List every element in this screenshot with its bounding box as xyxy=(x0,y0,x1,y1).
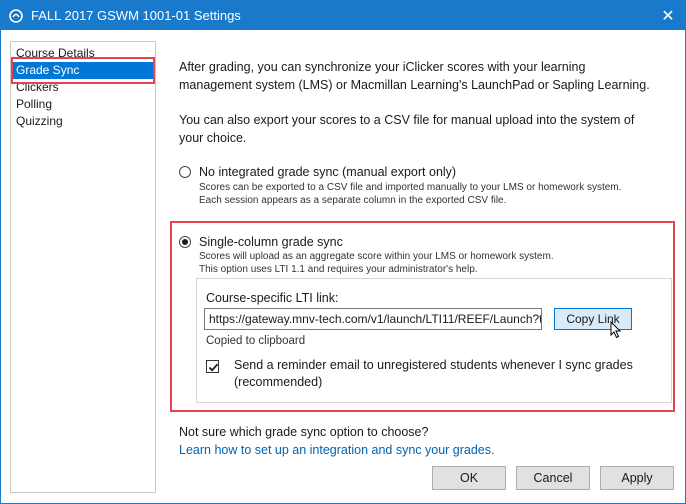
close-button[interactable]: ✕ xyxy=(651,1,685,30)
radio-single-column-sync[interactable]: Single-column grade sync xyxy=(179,233,343,251)
option-description: Scores will upload as an aggregate score… xyxy=(199,250,669,276)
sidebar-item-clickers[interactable]: Clickers xyxy=(11,79,155,96)
radio-no-grade-sync[interactable]: No integrated grade sync (manual export … xyxy=(179,163,456,181)
title-bar: FALL 2017 GSWM 1001-01 Settings ✕ xyxy=(1,1,685,30)
radio-button-checked[interactable] xyxy=(179,236,191,248)
iclicker-app-icon xyxy=(9,8,23,23)
option-label: Single-column grade sync xyxy=(199,235,343,249)
learn-more-link[interactable]: Learn how to set up an integration and s… xyxy=(179,441,494,459)
lti-link-label: Course-specific LTI link: xyxy=(206,291,339,305)
option-description-line: Scores will upload as an aggregate score… xyxy=(199,251,554,262)
sidebar-item-course-details[interactable]: Course Details xyxy=(11,45,155,62)
sidebar-item-label: Clickers xyxy=(16,80,59,94)
sidebar-item-label: Course Details xyxy=(16,46,95,60)
settings-sidebar: Course Details Grade Sync Clickers Polli… xyxy=(10,41,156,493)
lti-link-panel: Course-specific LTI link: https://gatewa… xyxy=(196,278,672,403)
reminder-label: Send a reminder email to unregistered st… xyxy=(234,358,633,389)
ok-label: OK xyxy=(459,471,479,485)
mouse-pointer-icon xyxy=(610,320,622,344)
radio-button-unchecked[interactable] xyxy=(179,166,191,178)
unsure-text: Not sure which grade sync option to choo… xyxy=(179,425,429,439)
option-description-line: This option uses LTI 1.1 and requires yo… xyxy=(199,264,478,275)
sidebar-item-label: Quizzing xyxy=(16,114,63,128)
option-label: No integrated grade sync (manual export … xyxy=(199,165,457,179)
close-icon: ✕ xyxy=(661,7,675,25)
sidebar-item-label: Polling xyxy=(16,97,53,111)
cancel-label: Cancel xyxy=(533,471,573,485)
checkmark-icon xyxy=(208,363,219,372)
export-note-text: You can also export your scores to a CSV… xyxy=(179,113,635,145)
copied-status: Copied to clipboard xyxy=(206,335,306,347)
settings-window: FALL 2017 GSWM 1001-01 Settings ✕ Course… xyxy=(0,0,686,504)
sidebar-item-grade-sync[interactable]: Grade Sync xyxy=(11,62,155,79)
option-description: Scores can be exported to a CSV file and… xyxy=(199,181,669,207)
window-title: FALL 2017 GSWM 1001-01 Settings xyxy=(31,8,241,23)
option-description-line: Each session appears as a separate colum… xyxy=(199,195,507,206)
cancel-button[interactable]: Cancel xyxy=(516,466,590,490)
option-description-line: Scores can be exported to a CSV file and… xyxy=(199,182,622,193)
apply-label: Apply xyxy=(621,471,653,485)
apply-button[interactable]: Apply xyxy=(600,466,674,490)
reminder-checkbox[interactable] xyxy=(206,360,219,373)
intro-text: After grading, you can synchronize your … xyxy=(179,60,650,92)
sidebar-item-quizzing[interactable]: Quizzing xyxy=(11,113,155,130)
ok-button[interactable]: OK xyxy=(432,466,506,490)
sidebar-item-label: Grade Sync xyxy=(16,63,80,77)
lti-link-field[interactable]: https://gateway.mnv-tech.com/v1/launch/L… xyxy=(204,308,542,330)
sidebar-item-polling[interactable]: Polling xyxy=(11,96,155,113)
